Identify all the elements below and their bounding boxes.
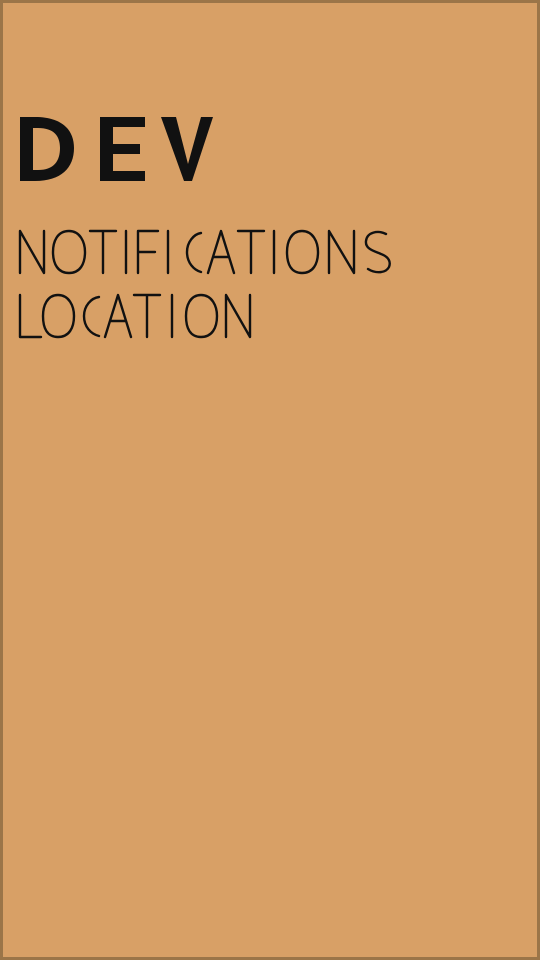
menu-item-notifications[interactable]: NOTIFICATIONS (17, 226, 437, 278)
page-title: DEV (17, 99, 277, 191)
menu-item-location-lettering (18, 293, 252, 339)
page-title-lettering (20, 117, 213, 181)
menu-item-notifications-lettering (18, 229, 391, 275)
menu-item-location[interactable]: LOCATION (17, 290, 257, 342)
dev-screen: DEV NOTIFICATIONS (0, 0, 540, 960)
